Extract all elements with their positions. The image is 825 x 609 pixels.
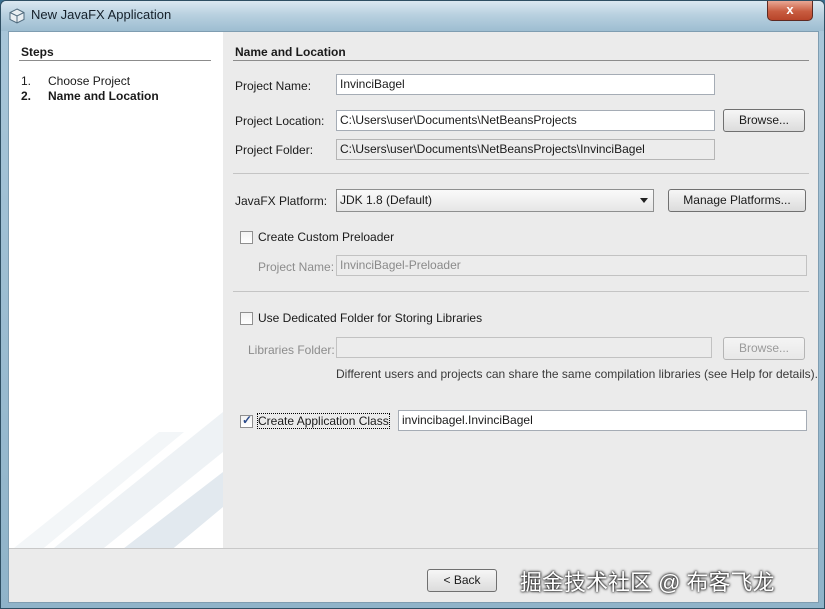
platform-select-value: JDK 1.8 (Default)	[340, 193, 433, 207]
preloader-checkbox-label[interactable]: Create Custom Preloader	[258, 230, 394, 244]
manage-platforms-button[interactable]: Manage Platforms...	[668, 189, 806, 212]
project-folder-label: Project Folder:	[235, 143, 314, 157]
step-name-and-location: 2. Name and Location	[21, 89, 159, 103]
project-name-label: Project Name:	[235, 79, 312, 93]
watermark-text: 掘金技术社区 @ 布客飞龙	[520, 570, 775, 595]
steps-panel: Steps 1. Choose Project 2. Name and Locati…	[9, 32, 223, 548]
section-divider	[233, 60, 809, 61]
libraries-folder-input	[336, 337, 712, 358]
dedicated-folder-checkbox-label[interactable]: Use Dedicated Folder for Storing Librari…	[258, 311, 482, 325]
title-bar[interactable]: New JavaFX Application x	[1, 1, 824, 31]
preloader-checkbox[interactable]	[240, 231, 253, 244]
close-button[interactable]: x	[767, 1, 813, 21]
step-label: Name and Location	[48, 89, 159, 103]
steps-title: Steps	[21, 45, 54, 59]
platform-select[interactable]: JDK 1.8 (Default)	[336, 189, 654, 212]
dropdown-arrow-icon	[640, 198, 648, 203]
platform-label: JavaFX Platform:	[235, 194, 328, 208]
app-class-checkbox-label[interactable]: Create Application Class	[257, 413, 390, 429]
separator-1	[233, 173, 809, 174]
preloader-project-name-label: Project Name:	[258, 260, 335, 274]
step-number: 1.	[21, 74, 32, 88]
steps-decoration-graphic	[14, 412, 223, 548]
main-panel: Name and Location Project Name: InvinciB…	[223, 32, 820, 548]
browse-libraries-button: Browse...	[723, 337, 805, 360]
project-location-label: Project Location:	[235, 114, 325, 128]
libraries-folder-label: Libraries Folder:	[248, 343, 335, 357]
project-location-input[interactable]: C:\Users\user\Documents\NetBeansProjects	[336, 110, 715, 131]
steps-divider	[19, 60, 211, 61]
project-folder-field: C:\Users\user\Documents\NetBeansProjects…	[336, 139, 715, 160]
separator-2	[233, 291, 809, 292]
section-title: Name and Location	[235, 45, 346, 59]
step-choose-project: 1. Choose Project	[21, 74, 130, 88]
dialog-content: Steps 1. Choose Project 2. Name and Locati…	[8, 31, 819, 603]
netbeans-cube-icon	[9, 8, 25, 24]
dialog-window: New JavaFX Application x Steps 1. Choose …	[0, 0, 825, 609]
project-name-input[interactable]: InvinciBagel	[336, 74, 715, 95]
libraries-help-note: Different users and projects can share t…	[336, 367, 819, 381]
app-class-checkbox[interactable]	[240, 413, 253, 428]
dedicated-folder-checkbox[interactable]	[240, 312, 253, 325]
back-button[interactable]: < Back	[427, 569, 497, 592]
browse-location-button[interactable]: Browse...	[723, 109, 805, 132]
step-number: 2.	[21, 89, 32, 103]
app-class-input[interactable]: invincibagel.InvinciBagel	[398, 410, 807, 431]
window-title: New JavaFX Application	[31, 7, 172, 22]
step-label: Choose Project	[48, 74, 131, 88]
preloader-project-name-input: InvinciBagel-Preloader	[336, 255, 807, 276]
